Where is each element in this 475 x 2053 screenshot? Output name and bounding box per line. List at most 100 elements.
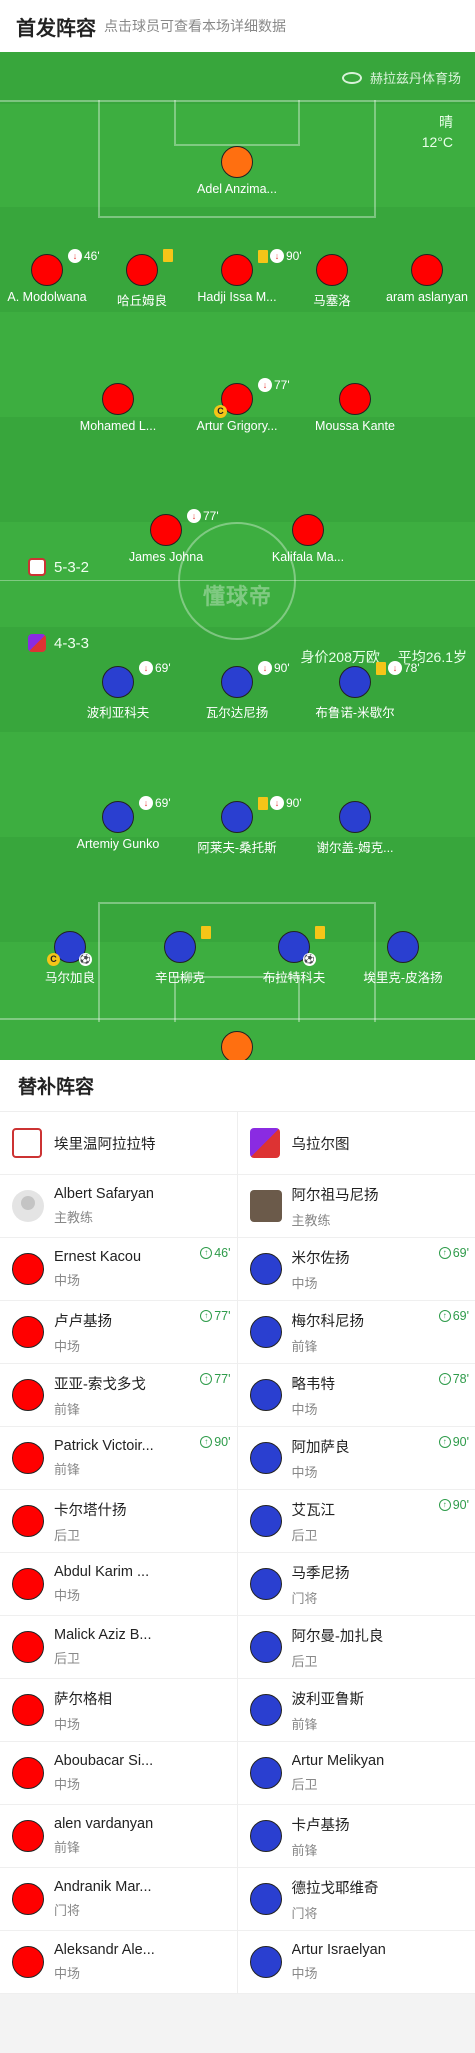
away-team-name: 乌拉尔图 [291,1136,350,1153]
sub-in-icon: ↑ [438,1436,451,1448]
sub-in-minute: 90' [452,1435,469,1449]
player-name: Artur Grigory... [196,419,278,433]
sub-player-row[interactable]: 米尔佐扬 中场 ↑ 69' [237,1238,475,1301]
sub-player-row[interactable]: 卡尔塔什扬 后卫 [0,1490,237,1553]
sub-player-row[interactable]: Andranik Mar... 门将 [0,1868,237,1931]
sub-player-row[interactable]: Aboubacar Si... 中场 [0,1742,237,1805]
sub-in-minute: 46' [214,1246,231,1260]
player-jersey-dot: C ↓ 77' [214,378,290,418]
sub-player-row[interactable]: 梅尔科尼扬 前锋 ↑ 69' [237,1301,475,1364]
away-formation-label: 4-3-3 [54,634,90,652]
home-player[interactable]: ↓ 77' James Johna [106,509,226,564]
sub-player-name: Artur Israelyan [291,1942,386,1958]
home-team-logo [12,1128,42,1158]
sub-player-row[interactable]: 略韦特 中场 ↑ 78' [237,1364,475,1427]
sub-player-row[interactable]: 阿尔曼-加扎良 后卫 [237,1616,475,1679]
away-player[interactable]: ↓ 69' 波利亚科夫 [58,661,178,721]
sub-player-row[interactable]: Aleksandr Ale... 中场 [0,1931,237,1994]
sub-player-position: 前锋 [54,1462,81,1477]
away-player[interactable]: ⚽ 布拉特科夫 [234,926,354,986]
player-name: 布鲁诺-米歇尔 [315,706,395,720]
sub-in-badge: ↑ 77' [200,1309,231,1323]
home-player[interactable]: Moussa Kante [295,383,415,433]
away-team-row[interactable]: 乌拉尔图 [237,1112,475,1175]
sub-player-position: 后卫 [291,1777,318,1792]
sub-player-row[interactable]: alen vardanyan 前锋 [0,1805,237,1868]
away-player[interactable]: 谢尔盖-姆克... [295,801,415,856]
home-player[interactable]: Adel Anzima... [177,146,297,196]
sub-player-position: 中场 [291,1275,318,1291]
sub-player-name: Patrick Victoir... [54,1438,154,1454]
player-jersey-dot [221,146,253,178]
player-name: Moussa Kante [315,419,395,433]
sub-player-row[interactable]: Patrick Victoir... 前锋 ↑ 90' [0,1427,237,1490]
sub-player-row[interactable]: 艾瓦江 后卫 ↑ 90' [237,1490,475,1553]
away-player[interactable]: C ⚽ 马尔加良 [10,931,130,986]
sub-player-position: 中场 [54,1716,81,1732]
yellow-card-icon [376,661,386,675]
player-jersey-dot [249,1631,282,1663]
away-player[interactable]: ↓ 69' Artemiy Gunko [58,796,178,851]
player-jersey-dot [12,1694,44,1726]
sub-player-name: Artur Melikyan [291,1753,385,1769]
sub-player-row[interactable]: Abdul Karim ... 中场 [0,1553,237,1616]
sub-in-icon: ↑ [200,1247,213,1259]
home-team-row[interactable]: 埃里温阿拉拉特 [0,1112,237,1175]
away-subs-column: 乌拉尔图 阿尔祖马尼扬 主教练 米尔佐扬 中场 ↑ 69' 梅尔科尼扬 前锋 ↑ 69' 略韦特… [237,1112,475,1994]
sub-in-minute: 90' [452,1498,469,1512]
player-jersey-dot: ↓ 78' [339,661,420,698]
home-team-name: 埃里温阿拉拉特 [54,1136,156,1153]
player-jersey-dot: ↓ 90' [221,661,290,698]
home-player[interactable]: Kalifala Ma... [248,514,368,564]
sub-player-position: 后卫 [54,1527,81,1543]
player-name: 阿莱夫-桑托斯 [197,841,277,855]
player-jersey-dot [249,1253,282,1285]
sub-in-minute: 69' [452,1246,469,1260]
home-coach-role: 主教练 [54,1210,94,1225]
sub-player-row[interactable]: 萨尔格相 中场 [0,1679,237,1742]
sub-minute: 69' [155,661,171,675]
player-name: Adel Anzima... [197,182,277,196]
home-player[interactable]: C ↓ 77' Artur Grigory... [177,378,297,433]
player-jersey-dot [387,931,419,963]
home-player[interactable]: aram aslanyan [367,254,475,304]
stadium-name: 赫拉兹丹体育场 [369,71,461,86]
sub-player-row[interactable]: Malick Aziz B... 后卫 [0,1616,237,1679]
away-player[interactable]: 埃里克-皮洛扬 [343,931,463,986]
away-player[interactable]: ↓ 90' 阿莱夫-桑托斯 [177,796,302,856]
sub-player-name: 卡卢基扬 [291,1817,350,1834]
sub-player-row[interactable]: Artur Israelyan 中场 [237,1931,475,1994]
away-player[interactable]: 辛巴柳克 [120,926,240,986]
player-jersey-dot [164,926,211,963]
sub-player-position: 中场 [54,1966,81,1981]
sub-player-position: 中场 [54,1777,81,1792]
away-player[interactable]: ↓ 78' 布鲁诺-米歇尔 [295,661,420,721]
player-name: Mohamed L... [79,419,157,433]
home-coach-row[interactable]: Albert Safaryan 主教练 [0,1175,237,1238]
sub-player-name: 亚亚-索戈多戈 [54,1376,146,1393]
sub-player-position: 前锋 [54,1840,81,1855]
sub-player-row[interactable]: 亚亚-索戈多戈 前锋 ↑ 77' [0,1364,237,1427]
away-player[interactable]: ↓ 90' 瓦尔达尼扬 [177,661,297,721]
sub-player-row[interactable]: Artur Melikyan 后卫 [237,1742,475,1805]
home-subs-column: 埃里温阿拉拉特 Albert Safaryan 主教练 Ernest Kacou… [0,1112,238,1994]
sub-in-badge: ↑ 90' [200,1435,231,1449]
away-player[interactable]: 米希耶夫 [177,1031,297,1060]
sub-player-row[interactable]: 卢卢基扬 中场 ↑ 77' [0,1301,237,1364]
sub-player-row[interactable]: Ernest Kacou 中场 ↑ 46' [0,1238,237,1301]
away-formation: 4-3-3 [28,634,89,652]
away-coach-row[interactable]: 阿尔祖马尼扬 主教练 [237,1175,475,1238]
player-jersey-dot [411,254,443,286]
sub-player-row[interactable]: 波利亚鲁斯 前锋 [237,1679,475,1742]
sub-player-row[interactable]: 德拉戈耶维奇 门将 [237,1868,475,1931]
stadium: 赫拉兹丹体育场 [341,68,461,87]
sub-player-row[interactable]: 卡卢基扬 前锋 [237,1805,475,1868]
sub-player-name: alen vardanyan [54,1816,154,1832]
sub-player-row[interactable]: 阿加萨良 中场 ↑ 90' [237,1427,475,1490]
player-jersey-dot [12,1442,44,1474]
sub-player-row[interactable]: 马季尼扬 门将 [237,1553,475,1616]
sub-in-icon: ↑ [200,1373,213,1385]
temperature: 12°C [421,134,453,150]
player-jersey-dot [12,1505,44,1537]
home-player[interactable]: Mohamed L... [58,383,178,433]
